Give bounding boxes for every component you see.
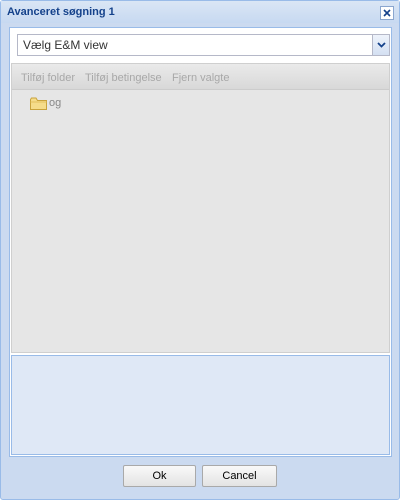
- add-folder-button[interactable]: Tilføj folder: [21, 72, 75, 84]
- view-select[interactable]: Vælg E&M view: [17, 34, 390, 56]
- condition-tree-panel: Tilføj folder Tilføj betingelse Fjern va…: [11, 63, 390, 353]
- cancel-button[interactable]: Cancel: [202, 465, 277, 487]
- tree-node-label: og: [49, 97, 62, 109]
- dialog-body: Vælg E&M view Tilføj folder Tilføj betin…: [9, 27, 392, 457]
- chevron-down-icon: [376, 42, 386, 48]
- close-button[interactable]: [380, 6, 394, 20]
- add-condition-button[interactable]: Tilføj betingelse: [85, 72, 162, 84]
- view-select-value: Vælg E&M view: [23, 38, 108, 52]
- folder-icon: [30, 97, 47, 110]
- dialog-title: Avanceret søgning 1: [7, 6, 115, 18]
- view-select-trigger[interactable]: [372, 35, 389, 55]
- dialog-titlebar[interactable]: Avanceret søgning 1: [1, 1, 399, 23]
- tree-node[interactable]: og: [30, 95, 61, 111]
- condition-details-panel: [11, 355, 390, 455]
- tree-toolbar: Tilføj folder Tilføj betingelse Fjern va…: [12, 64, 389, 90]
- remove-selected-button[interactable]: Fjern valgte: [172, 72, 229, 84]
- close-icon: [383, 9, 391, 17]
- advanced-search-dialog: Avanceret søgning 1 Vælg E&M view Tilføj…: [0, 0, 400, 500]
- ok-button[interactable]: Ok: [123, 465, 196, 487]
